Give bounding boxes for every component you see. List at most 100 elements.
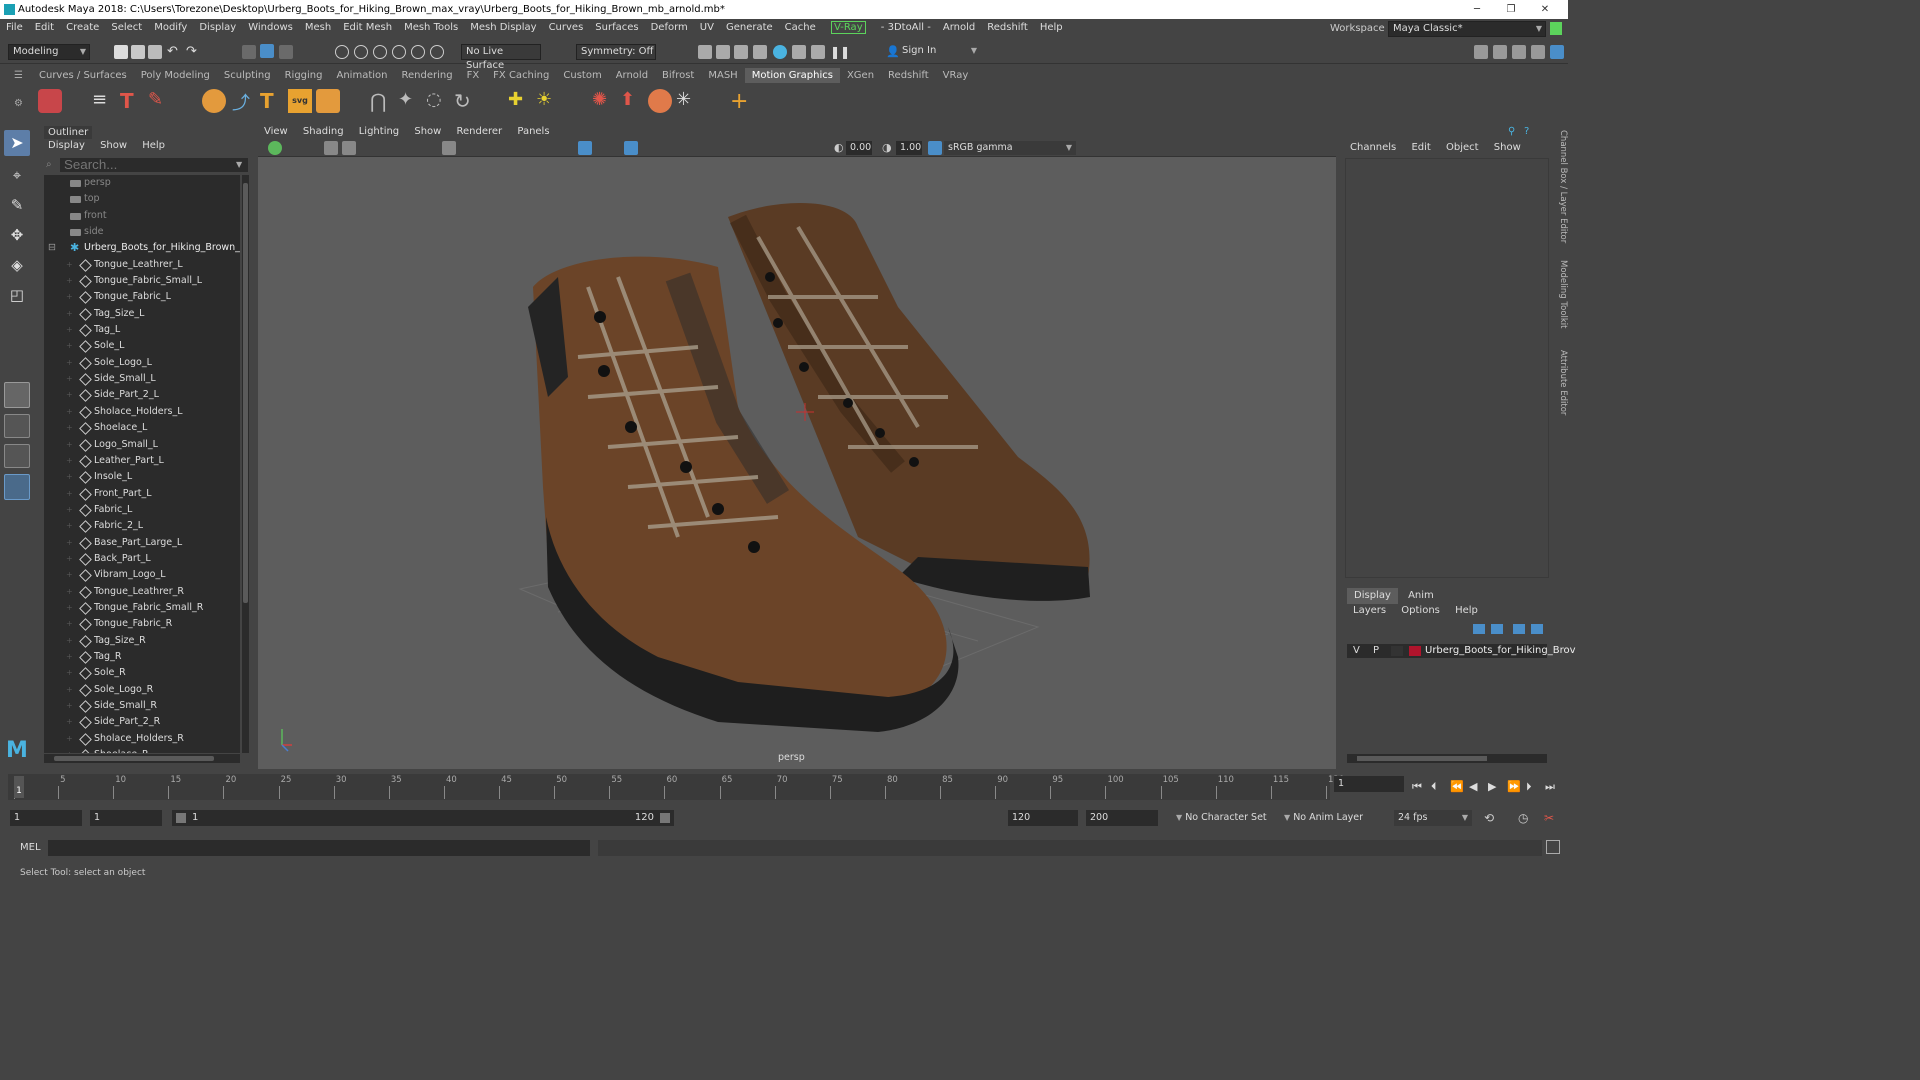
outliner-horizontal-scrollbar[interactable] [44,754,240,763]
plus-arrow-icon[interactable]: ✚ [508,89,532,113]
layer-menu-help[interactable]: Help [1449,604,1484,618]
add-shelf-item-icon[interactable]: + [730,89,754,114]
expand-icon[interactable]: + [66,649,73,665]
expand-icon[interactable]: + [66,306,73,322]
outliner-item-mesh[interactable]: + Tag_Size_R [44,633,240,649]
expand-icon[interactable]: + [66,338,73,354]
channel-menu-object[interactable]: Object [1440,140,1485,156]
expand-icon[interactable]: + [66,567,73,583]
outliner-item-mesh[interactable]: + Side_Small_L [44,371,240,387]
viewport-menu-renderer[interactable]: Renderer [451,124,509,140]
menu-vray[interactable]: V-Ray [825,19,872,36]
menu-redshift[interactable]: Redshift [981,19,1034,36]
expand-icon[interactable]: + [66,420,73,436]
attribute-editor-icon[interactable] [1512,45,1526,59]
new-scene-icon[interactable] [114,45,128,59]
play-backwards-icon[interactable]: ◀ [1469,780,1477,793]
expand-icon[interactable]: + [66,535,73,551]
outliner-item-mesh[interactable]: + Insole_L [44,469,240,485]
expand-icon[interactable]: + [66,355,73,371]
mode-dropdown[interactable]: Modeling ▼ [8,44,90,60]
shelf-tab-motion-graphics[interactable]: Motion Graphics [744,68,840,83]
collapse-icon[interactable]: ⊟ [48,240,56,256]
camera-attributes-icon[interactable] [324,141,338,155]
snap-surface-icon[interactable] [411,45,425,59]
open-scene-icon[interactable] [131,45,145,59]
outliner-item-mesh[interactable]: + Sholace_Holders_R [44,731,240,747]
menu-file[interactable]: File [0,19,29,36]
expand-icon[interactable]: + [66,437,73,453]
hypershade-icon[interactable] [773,45,787,59]
lasso-icon[interactable]: ◌ [426,89,450,113]
sign-in-dropdown[interactable]: Sign In ▼ [898,44,980,60]
menu-display[interactable]: Display [193,19,242,36]
layer-playback-toggle[interactable]: P [1373,644,1379,658]
expand-icon[interactable]: + [66,502,73,518]
viewport-menu-panels[interactable]: Panels [511,124,555,140]
snowflake-icon[interactable]: ✳ [676,89,700,113]
close-button[interactable]: ✕ [1530,0,1560,19]
menu-3dtoall[interactable]: - 3DtoAll - [875,19,937,36]
outliner-item-mesh[interactable]: + Sole_L [44,338,240,354]
live-surface-field[interactable]: No Live Surface [461,44,541,71]
scene-view[interactable] [258,157,1336,769]
redo-icon[interactable]: ↷ [186,45,200,59]
snap-rotate-icon[interactable] [430,45,444,59]
viewport-panel[interactable]: View Shading Lighting Show Renderer Pane… [258,124,1336,769]
shelf-tab-sculpting[interactable]: Sculpting [217,68,278,83]
character-controls-icon[interactable] [1493,45,1507,59]
select-hierarchy-icon[interactable] [242,45,256,59]
expand-icon[interactable]: + [66,518,73,534]
outliner-item-mesh[interactable]: + Side_Part_2_L [44,387,240,403]
expand-icon[interactable]: + [66,731,73,747]
shelf-tab-custom[interactable]: Custom [556,68,608,83]
color-management-icon[interactable] [928,141,942,155]
outliner-item-mesh[interactable]: + Fabric_2_L [44,518,240,534]
expand-icon[interactable]: + [66,404,73,420]
channel-menu-edit[interactable]: Edit [1405,140,1436,156]
help-icon[interactable]: ? [1524,126,1529,137]
move-tool-icon[interactable]: ✥ [4,222,30,248]
outliner-menu-show[interactable]: Show [94,139,133,153]
range-end-handle[interactable] [660,813,670,823]
outliner-item-persp[interactable]: persp [44,175,240,191]
expand-icon[interactable]: + [66,387,73,403]
loop-icon[interactable]: ⟲ [1484,811,1494,825]
range-slider[interactable]: 1 120 [172,810,674,826]
move-layer-up-icon[interactable] [1473,624,1485,634]
layer-color-swatch[interactable] [1409,646,1421,656]
minimize-button[interactable]: ─ [1462,0,1492,19]
shelf-tab-redshift[interactable]: Redshift [881,68,936,83]
mel-input[interactable] [48,840,590,856]
outliner-item-front[interactable]: front [44,208,240,224]
channel-menu-show[interactable]: Show [1488,140,1527,156]
wand-icon[interactable]: ✦ [398,89,422,113]
outliner-item-mesh[interactable]: + Vibram_Logo_L [44,567,240,583]
outliner-item-mesh[interactable]: + Tag_R [44,649,240,665]
menu-deform[interactable]: Deform [645,19,694,36]
expand-icon[interactable]: + [66,698,73,714]
expand-icon[interactable]: + [66,551,73,567]
lock-icon[interactable] [1550,22,1562,35]
pause-icon[interactable]: ❚❚ [830,45,850,59]
tab-channel-box-layer-editor[interactable]: Channel Box / Layer Editor [1554,130,1568,243]
animation-start-field[interactable]: 1 [10,810,82,826]
expand-icon[interactable]: + [66,714,73,730]
expand-icon[interactable]: + [66,273,73,289]
expand-icon[interactable]: + [66,453,73,469]
shelf-tab-poly-modeling[interactable]: Poly Modeling [134,68,217,83]
viewport-menu-show[interactable]: Show [408,124,447,140]
outliner-item-mesh[interactable]: + Shoelace_R [44,747,240,753]
outliner-item-top[interactable]: top [44,191,240,207]
fluid-icon[interactable] [648,89,672,113]
viewport-menu-view[interactable]: View [258,124,294,140]
menu-generate[interactable]: Generate [720,19,779,36]
symmetry-dropdown[interactable]: Symmetry: Off [576,44,656,60]
step-back-key-icon[interactable]: ⏪ [1450,780,1464,793]
menu-mesh-tools[interactable]: Mesh Tools [398,19,464,36]
step-forward-key-icon[interactable]: ⏩ [1507,780,1521,793]
expand-icon[interactable]: + [66,322,73,338]
expand-icon[interactable]: + [66,747,73,753]
shelf-menu-icon[interactable]: ☰ [14,70,23,81]
snap-view-icon[interactable] [392,45,406,59]
